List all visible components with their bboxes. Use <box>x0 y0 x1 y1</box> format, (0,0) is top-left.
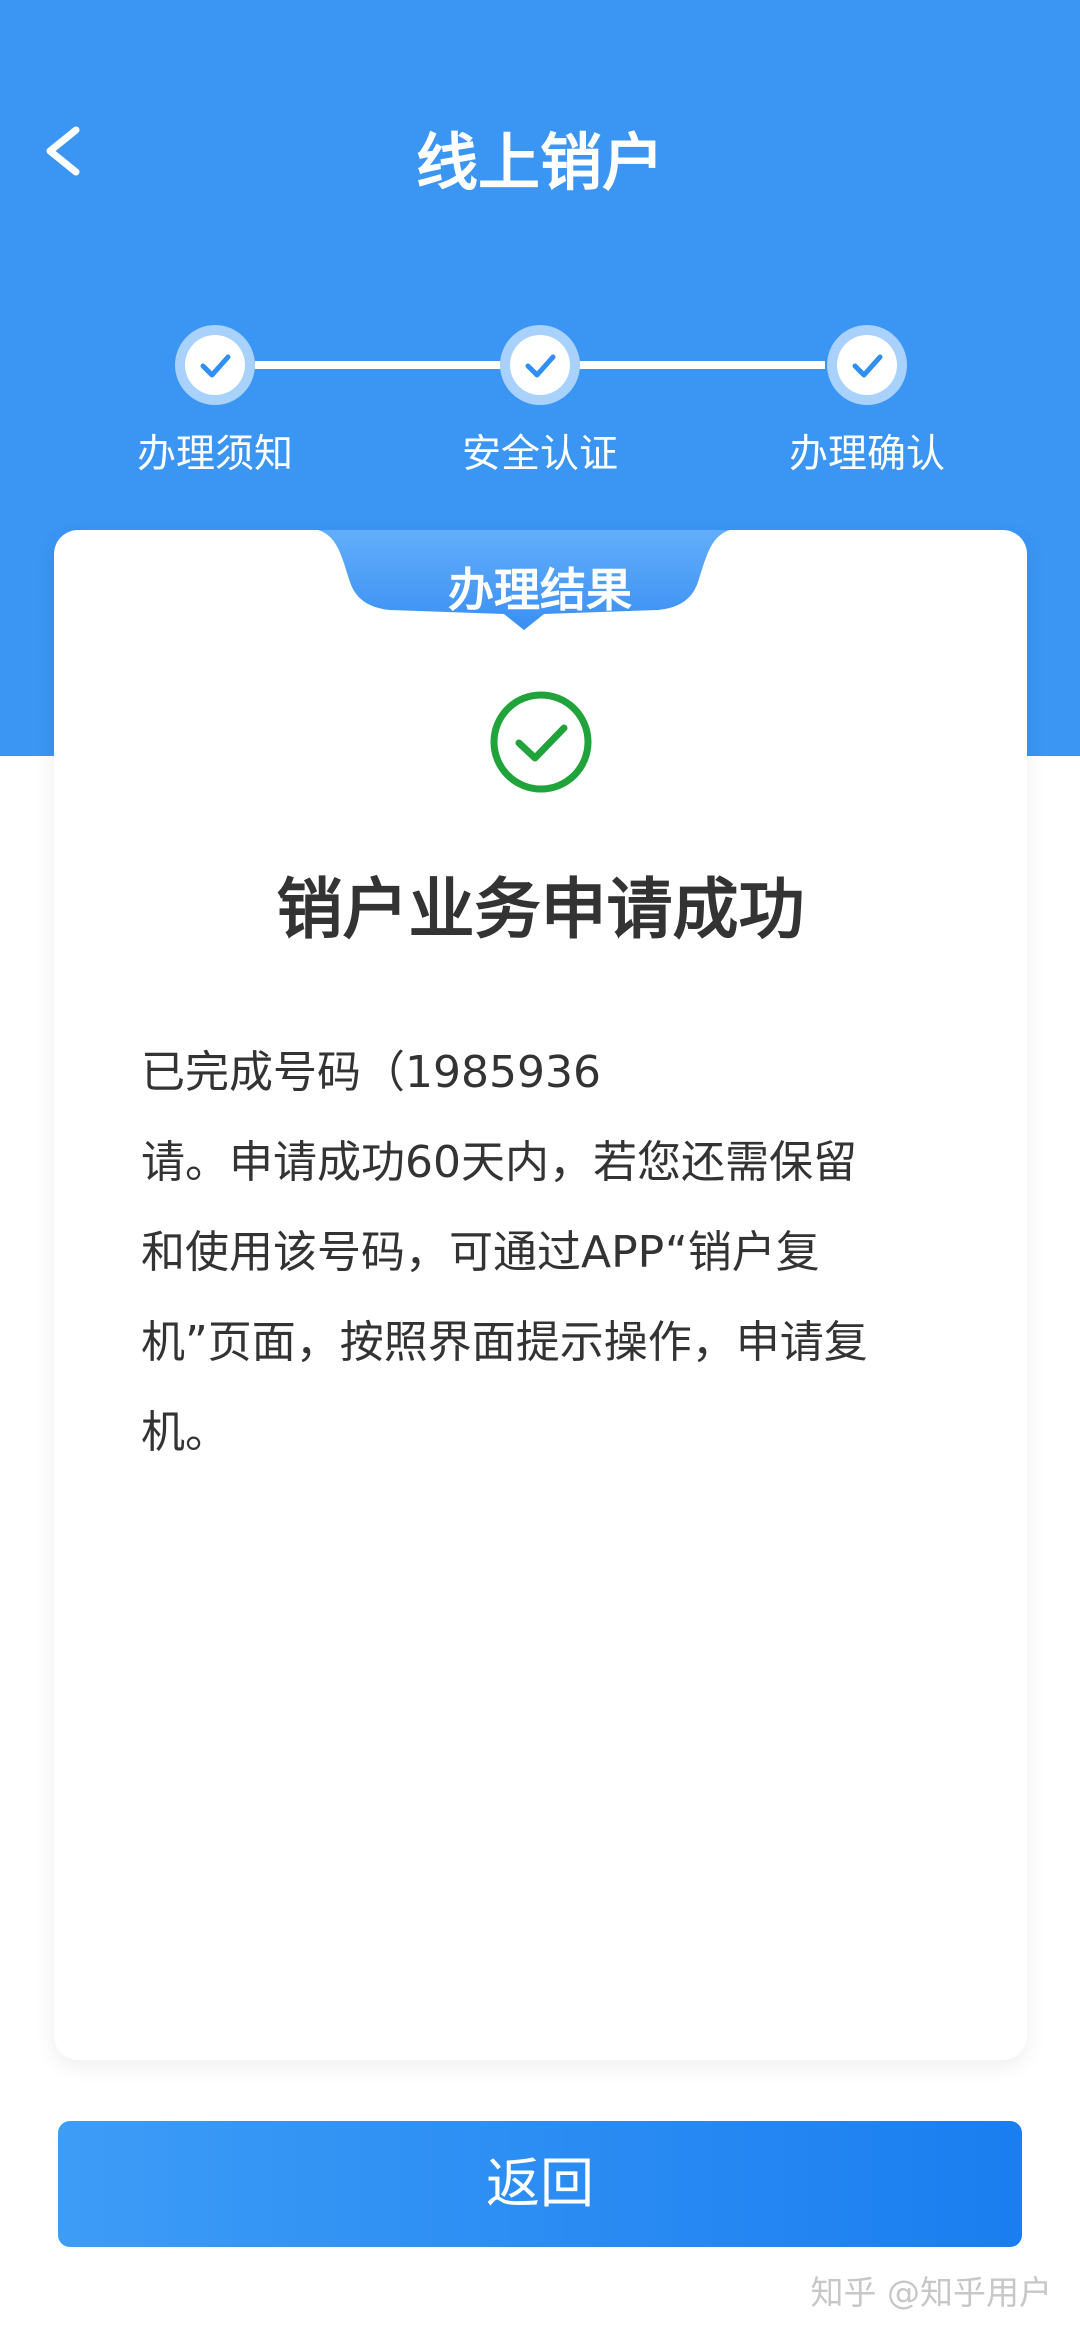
result-title: 销户业务申请成功 <box>276 871 805 948</box>
redaction-mask <box>620 1070 850 1120</box>
check-icon <box>200 354 231 378</box>
result-description-line: 请。申请成功60天内，若您还需保留 <box>141 1137 857 1188</box>
step-label-security: 安全认证 <box>461 432 618 477</box>
check-icon <box>525 354 556 378</box>
watermark: 知乎 @知乎用户 <box>810 2273 1053 2312</box>
result-description-line: 机”页面，按照界面提示操作，申请复 <box>141 1317 868 1368</box>
result-description-line: 机。 <box>141 1407 229 1458</box>
step-1-indicator <box>175 325 255 405</box>
step-label-confirm: 办理确认 <box>788 432 945 477</box>
step-3-indicator <box>827 325 907 405</box>
page-title: 线上销户 <box>415 126 664 199</box>
step-label-notice: 办理须知 <box>136 432 293 477</box>
result-description-line: 和使用该号码，可通过APP“销户复 <box>141 1227 820 1278</box>
success-check-circle-icon <box>490 691 592 793</box>
check-icon <box>852 354 883 378</box>
step-connector-1 <box>255 361 505 369</box>
step-connector-2 <box>575 361 825 369</box>
result-tab-label: 办理结果 <box>448 563 632 617</box>
return-button[interactable]: 返回 <box>58 2121 1022 2247</box>
step-2-indicator <box>500 325 580 405</box>
